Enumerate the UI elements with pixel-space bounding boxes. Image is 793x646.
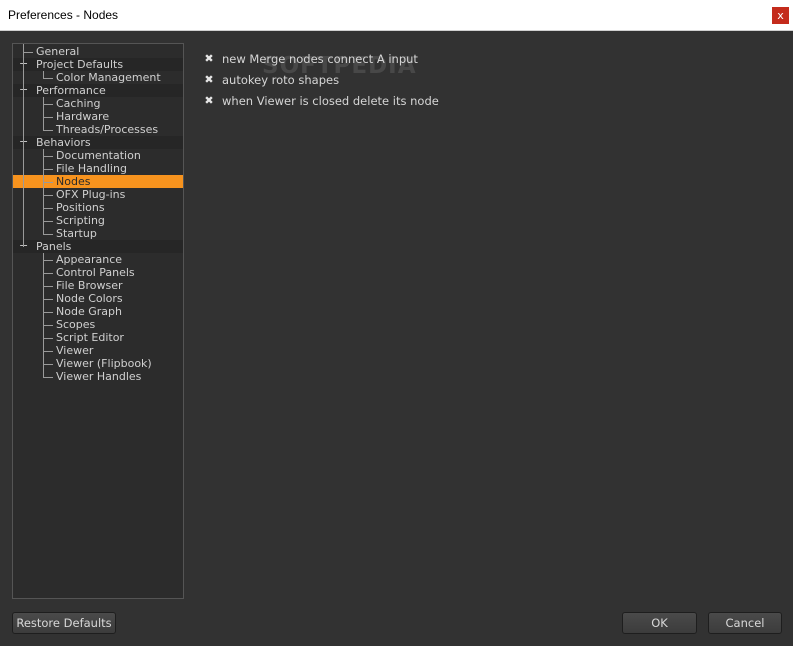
close-icon[interactable]: x xyxy=(772,7,789,24)
tree-item-label: Startup xyxy=(56,227,97,240)
cancel-button[interactable]: Cancel xyxy=(708,612,782,634)
tree-item-label: OFX Plug-ins xyxy=(56,188,126,201)
tree-item-viewer[interactable]: Viewer xyxy=(13,344,183,357)
title-bar: Preferences - Nodes x xyxy=(0,0,793,31)
tree-item-label: Control Panels xyxy=(56,266,135,279)
tree-item-file-browser[interactable]: File Browser xyxy=(13,279,183,292)
tree-connector-line xyxy=(43,208,53,209)
tree-item-project-defaults[interactable]: −Project Defaults xyxy=(13,57,183,71)
option-label: when Viewer is closed delete its node xyxy=(222,94,439,108)
tree-item-label: File Handling xyxy=(56,162,127,175)
tree-item-scripting[interactable]: Scripting xyxy=(13,214,183,227)
tree-connector-line xyxy=(43,260,53,261)
tree-item-threads-processes[interactable]: Threads/Processes xyxy=(13,123,183,136)
tree-connector-line xyxy=(43,364,53,365)
tree-item-documentation[interactable]: Documentation xyxy=(13,149,183,162)
tree-connector-line xyxy=(43,253,44,377)
tree-item-label: General xyxy=(36,45,80,58)
tree-item-nodes[interactable]: Nodes xyxy=(13,175,183,188)
tree-item-label: Performance xyxy=(36,84,106,97)
tree-item-node-graph[interactable]: Node Graph xyxy=(13,305,183,318)
tree-item-label: File Browser xyxy=(56,279,123,292)
window-title: Preferences - Nodes xyxy=(8,8,119,22)
tree-item-hardware[interactable]: Hardware xyxy=(13,110,183,123)
tree-item-ofx-plug-ins[interactable]: OFX Plug-ins xyxy=(13,188,183,201)
restore-defaults-button[interactable]: Restore Defaults xyxy=(12,612,116,634)
tree-item-control-panels[interactable]: Control Panels xyxy=(13,266,183,279)
tree-item-script-editor[interactable]: Script Editor xyxy=(13,331,183,344)
tree-item-caching[interactable]: Caching xyxy=(13,97,183,110)
tree-connector-line xyxy=(43,71,44,78)
tree-connector-line xyxy=(43,351,53,352)
tree-item-label: Caching xyxy=(56,97,101,110)
tree-item-label: Scopes xyxy=(56,318,96,331)
tree-item-label: Threads/Processes xyxy=(56,123,159,136)
tree-connector-line xyxy=(43,325,53,326)
tree-item-color-management[interactable]: Color Management xyxy=(13,71,183,84)
tree-item-appearance[interactable]: Appearance xyxy=(13,253,183,266)
tree-item-label: Viewer xyxy=(56,344,94,357)
checkbox-checked-icon[interactable]: ✖ xyxy=(203,95,215,107)
tree-item-performance[interactable]: −Performance xyxy=(13,83,183,97)
tree-connector-line xyxy=(43,221,53,222)
tree-item-behaviors[interactable]: −Behaviors xyxy=(13,135,183,149)
ok-button[interactable]: OK xyxy=(622,612,697,634)
tree-connector-line xyxy=(43,286,53,287)
tree-connector-line xyxy=(43,195,53,196)
tree-item-label: Documentation xyxy=(56,149,141,162)
tree-connector-line xyxy=(43,97,44,130)
tree-connector-line xyxy=(43,169,53,170)
tree-connector-line xyxy=(23,52,33,53)
tree-item-label: Project Defaults xyxy=(36,58,124,71)
tree-connector-line xyxy=(43,104,53,105)
checkbox-checked-icon[interactable]: ✖ xyxy=(203,74,215,86)
tree-item-positions[interactable]: Positions xyxy=(13,201,183,214)
tree-connector-line xyxy=(23,44,24,247)
tree-item-label: Positions xyxy=(56,201,105,214)
checkbox-checked-icon[interactable]: ✖ xyxy=(203,53,215,65)
tree-item-label: Node Graph xyxy=(56,305,122,318)
tree-item-label: Node Colors xyxy=(56,292,123,305)
tree-connector-line xyxy=(43,299,53,300)
tree-item-viewer-handles[interactable]: Viewer Handles xyxy=(13,370,183,383)
tree-connector-line xyxy=(43,149,44,234)
watermark: SOFTPEDIA xyxy=(262,53,417,79)
option-when-viewer-is-closed-delete-its-node[interactable]: ✖ when Viewer is closed delete its node xyxy=(203,93,503,111)
tree-item-label: Viewer Handles xyxy=(56,370,142,383)
tree-item-scopes[interactable]: Scopes xyxy=(13,318,183,331)
tree-item-general[interactable]: General xyxy=(13,45,183,58)
tree-item-label: Nodes xyxy=(56,175,91,188)
tree-item-label: Scripting xyxy=(56,214,105,227)
tree-item-panels[interactable]: −Panels xyxy=(13,239,183,253)
tree-connector-line xyxy=(43,156,53,157)
tree-connector-line xyxy=(43,182,53,183)
tree-connector-line xyxy=(43,234,53,235)
tree-item-label: Panels xyxy=(36,240,72,253)
tree-item-file-handling[interactable]: File Handling xyxy=(13,162,183,175)
tree-connector-line xyxy=(43,130,53,131)
tree-connector-line xyxy=(43,273,53,274)
tree-item-node-colors[interactable]: Node Colors xyxy=(13,292,183,305)
tree-connector-line xyxy=(43,78,53,79)
tree-item-viewer-flipbook[interactable]: Viewer (Flipbook) xyxy=(13,357,183,370)
preferences-body: General−Project DefaultsColor Management… xyxy=(0,31,793,646)
tree-item-label: Appearance xyxy=(56,253,123,266)
tree-connector-line xyxy=(43,117,53,118)
category-tree[interactable]: General−Project DefaultsColor Management… xyxy=(12,43,184,599)
tree-item-startup[interactable]: Startup xyxy=(13,227,183,240)
tree-item-label: Hardware xyxy=(56,110,110,123)
tree-item-label: Script Editor xyxy=(56,331,124,344)
tree-connector-line xyxy=(43,312,53,313)
tree-item-label: Behaviors xyxy=(36,136,91,149)
tree-connector-line xyxy=(43,338,53,339)
tree-connector-line xyxy=(43,377,53,378)
tree-item-label: Color Management xyxy=(56,71,161,84)
tree-item-label: Viewer (Flipbook) xyxy=(56,357,152,370)
